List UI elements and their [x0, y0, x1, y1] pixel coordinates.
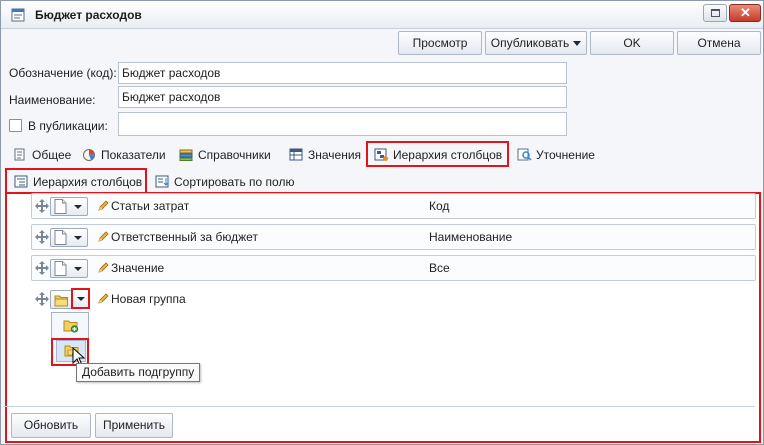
name-label: Наименование: — [9, 93, 96, 107]
maximize-button[interactable] — [703, 4, 727, 22]
subtab-sort-label: Сортировать по полю — [174, 175, 295, 189]
tab-values[interactable]: Значения — [289, 145, 361, 165]
tab-refine[interactable]: Уточнение — [517, 145, 595, 165]
document-icon — [54, 199, 67, 214]
apply-button[interactable]: Применить — [95, 413, 173, 438]
document-icon — [54, 261, 67, 276]
close-icon: ✕ — [740, 5, 751, 20]
publish-input[interactable] — [118, 112, 567, 136]
indicators-icon — [83, 149, 95, 161]
sort-icon — [155, 175, 169, 188]
name-input[interactable]: Бюджет расходов — [118, 86, 567, 108]
move-icon[interactable] — [35, 230, 49, 244]
chevron-down-icon — [74, 205, 82, 209]
tab-general[interactable]: Общее — [13, 145, 71, 165]
row-name: Новая группа — [111, 292, 186, 306]
pencil-icon[interactable] — [97, 200, 109, 212]
row-value: Наименование — [429, 230, 513, 244]
row-type-button[interactable] — [50, 259, 88, 278]
subtab-highlight-box — [5, 168, 147, 193]
close-button[interactable]: ✕ — [729, 4, 761, 22]
chevron-down-icon — [573, 41, 581, 46]
row-value: Все — [429, 261, 450, 275]
subtab-sort[interactable]: Сортировать по полю — [155, 172, 294, 192]
code-label: Обозначение (код): — [9, 66, 117, 80]
ok-button[interactable]: OK — [590, 31, 674, 55]
hierarchy-row[interactable]: Ответственный за бюджет Наименование — [31, 224, 756, 250]
refresh-button[interactable]: Обновить — [11, 413, 91, 438]
footer-divider — [3, 406, 755, 407]
pencil-icon[interactable] — [97, 293, 109, 305]
row-type-button[interactable] — [50, 228, 88, 247]
add-folder-icon — [63, 320, 79, 333]
tab-refine-label: Уточнение — [536, 148, 595, 162]
row-name: Значение — [111, 261, 165, 275]
directories-icon — [179, 149, 193, 161]
row-name: Ответственный за бюджет — [111, 230, 258, 244]
values-icon — [289, 148, 303, 161]
publish-dropdown-button[interactable]: Опубликовать — [485, 31, 587, 55]
chevron-down-icon — [74, 236, 82, 240]
code-input[interactable]: Бюджет расходов — [118, 62, 567, 84]
preview-button[interactable]: Просмотр — [398, 31, 482, 55]
group-dropdown-toggle[interactable] — [71, 288, 90, 309]
tab-indicators-label: Показатели — [101, 148, 166, 162]
hierarchy-row[interactable]: Статьи затрат Код — [31, 193, 756, 219]
document-icon — [54, 230, 67, 245]
row-type-button[interactable] — [50, 197, 88, 216]
publish-label: Опубликовать — [490, 36, 570, 50]
maximize-icon — [711, 9, 720, 17]
title-bar[interactable]: Бюджет расходов ✕ — [1, 1, 763, 29]
move-icon[interactable] — [35, 199, 49, 213]
publish-checkbox[interactable] — [9, 119, 22, 132]
tab-indicators[interactable]: Показатели — [82, 145, 166, 165]
row-value: Код — [429, 199, 450, 213]
app-icon — [11, 8, 25, 22]
tab-values-label: Значения — [308, 148, 362, 162]
tab-highlight-box — [366, 141, 509, 167]
hierarchy-row-group[interactable]: Новая группа — [31, 286, 756, 312]
publish-label: В публикации: — [28, 119, 108, 133]
tab-directories[interactable]: Справочники — [179, 145, 271, 165]
hierarchy-row[interactable]: Значение Все — [31, 255, 756, 281]
cancel-button[interactable]: Отмена — [677, 31, 761, 55]
move-icon[interactable] — [35, 292, 49, 306]
chevron-down-icon — [74, 267, 82, 271]
add-folder-menu-item[interactable] — [56, 316, 86, 338]
pencil-icon[interactable] — [97, 262, 109, 274]
chevron-down-icon — [77, 297, 85, 301]
window-title: Бюджет расходов — [35, 8, 142, 22]
dialog-window: Бюджет расходов ✕ Просмотр Опубликовать … — [0, 0, 764, 445]
general-icon — [14, 148, 25, 161]
tab-general-label: Общее — [32, 148, 72, 162]
pencil-icon[interactable] — [97, 231, 109, 243]
refine-icon — [517, 148, 532, 161]
move-icon[interactable] — [35, 261, 49, 275]
tab-directories-label: Справочники — [198, 148, 271, 162]
folder-icon — [54, 295, 68, 307]
row-name: Статьи затрат — [111, 199, 190, 213]
tooltip: Добавить подгруппу — [76, 363, 201, 382]
